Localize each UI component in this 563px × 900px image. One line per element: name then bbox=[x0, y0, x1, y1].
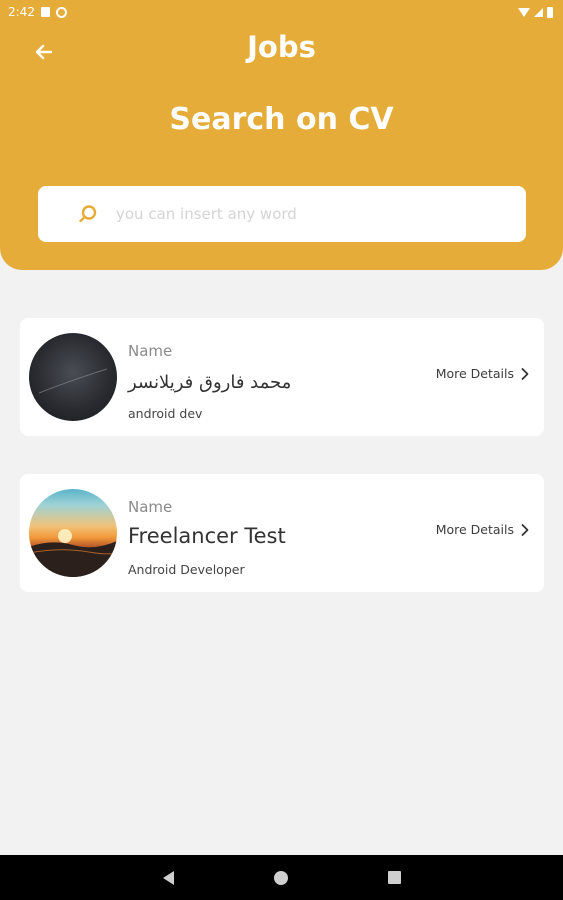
header: Jobs Search on CV bbox=[0, 24, 563, 270]
chevron-right-icon bbox=[521, 367, 529, 380]
wifi-icon bbox=[518, 7, 530, 17]
home-circle-icon[interactable] bbox=[273, 870, 288, 885]
signal-icon bbox=[534, 7, 543, 17]
asus-logo-icon bbox=[38, 368, 108, 394]
status-right bbox=[518, 6, 553, 18]
search-icon bbox=[68, 194, 108, 234]
status-bar: 2:42 bbox=[0, 0, 563, 24]
cv-card[interactable]: Name محمد فاروق فريلانسر android dev Mor… bbox=[20, 318, 544, 436]
search-box[interactable] bbox=[38, 186, 526, 242]
search-input[interactable] bbox=[116, 205, 526, 223]
candidate-role: android dev bbox=[128, 406, 203, 421]
more-details-button[interactable]: More Details bbox=[436, 522, 530, 537]
search-heading: Search on CV bbox=[169, 102, 394, 137]
sunset-photo bbox=[29, 529, 117, 577]
name-label: Name bbox=[128, 342, 173, 360]
back-triangle-icon[interactable] bbox=[162, 870, 174, 885]
more-details-label: More Details bbox=[435, 522, 514, 537]
more-details-label: More Details bbox=[435, 366, 514, 381]
avatar bbox=[29, 333, 117, 421]
battery-icon bbox=[547, 6, 553, 18]
candidate-name: محمد فاروق فريلانسر bbox=[128, 372, 292, 393]
status-time: 2:42 bbox=[8, 5, 35, 19]
sync-circle-icon bbox=[55, 6, 67, 18]
cv-card[interactable]: Name Freelancer Test Android Developer M… bbox=[20, 474, 544, 592]
candidate-role: Android Developer bbox=[128, 562, 245, 577]
name-label: Name bbox=[128, 498, 173, 516]
avatar bbox=[29, 489, 117, 577]
status-left: 2:42 bbox=[8, 5, 67, 19]
chevron-right-icon bbox=[521, 523, 529, 536]
system-nav-bar bbox=[0, 855, 563, 900]
sd-card-icon bbox=[40, 7, 50, 17]
recents-square-icon[interactable] bbox=[387, 871, 401, 884]
more-details-button[interactable]: More Details bbox=[436, 366, 530, 381]
candidate-name: Freelancer Test bbox=[128, 524, 286, 548]
page-title: Jobs bbox=[247, 30, 316, 64]
